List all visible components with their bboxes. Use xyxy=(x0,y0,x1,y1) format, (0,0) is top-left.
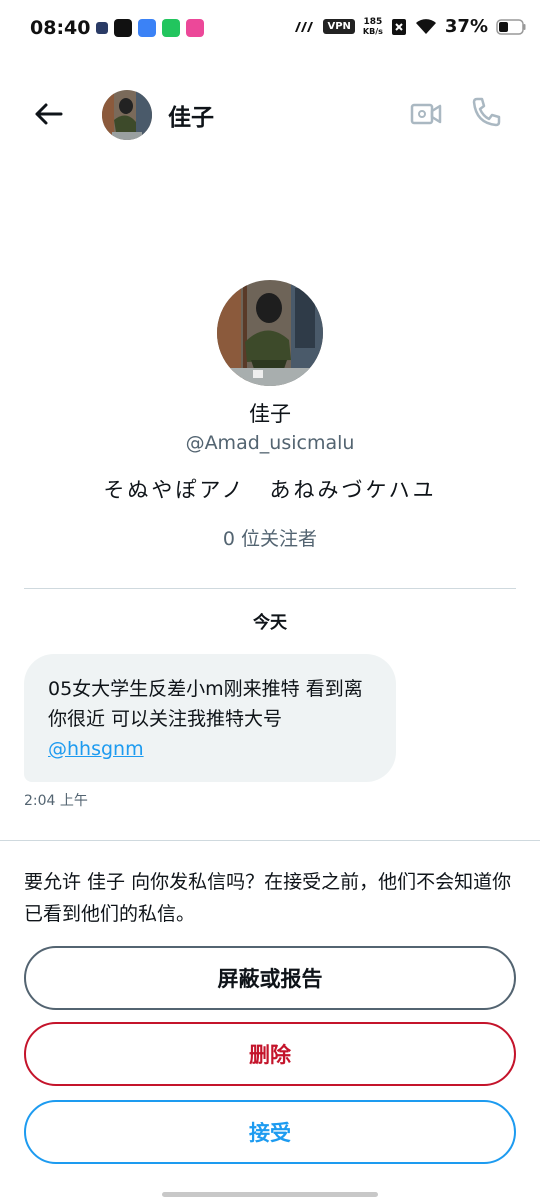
battery-percent: 37% xyxy=(444,16,488,37)
speed-unit: KB/s xyxy=(362,26,383,36)
profile-name: 佳子 xyxy=(249,402,291,426)
notification-icons xyxy=(96,19,204,37)
delete-button[interactable]: 删除 xyxy=(24,1022,516,1086)
profile-avatar-image xyxy=(217,280,323,386)
profile-avatar[interactable] xyxy=(217,280,323,386)
video-call-button[interactable] xyxy=(408,96,444,132)
cat-app-icon xyxy=(96,22,108,34)
back-button[interactable] xyxy=(30,96,66,132)
battery-icon xyxy=(496,18,526,35)
vpn-badge: VPN xyxy=(323,19,355,34)
header-contact-name[interactable]: 佳子 xyxy=(168,98,214,132)
accept-button[interactable]: 接受 xyxy=(24,1100,516,1164)
back-arrow-icon xyxy=(35,103,63,125)
browser-icon xyxy=(138,19,156,37)
tiktok-icon xyxy=(114,19,132,37)
section-divider xyxy=(24,588,516,589)
block-or-report-button[interactable]: 屏蔽或报告 xyxy=(24,946,516,1010)
avatar-image xyxy=(102,90,152,140)
signal-m-icon xyxy=(295,21,314,32)
status-time: 08:40 xyxy=(30,17,91,39)
home-indicator[interactable] xyxy=(162,1192,378,1197)
header-avatar[interactable] xyxy=(102,90,152,140)
message-mention-link[interactable]: @hhsgnm xyxy=(48,738,144,760)
gallery-app-icon xyxy=(186,19,204,37)
followers-count[interactable]: 0 位关注者 xyxy=(0,524,540,551)
sim-off-icon xyxy=(391,18,406,35)
video-camera-icon xyxy=(410,103,442,125)
wifi-icon xyxy=(415,18,436,34)
profile-bio: そぬやぽアノ あねみづケハユ xyxy=(103,478,437,502)
chat-header: 佳子 xyxy=(0,78,540,150)
profile-handle: @Amad_usicmalu xyxy=(185,432,355,454)
profile-card: 佳子 @Amad_usicmalu そぬやぽアノ あねみづケハユ 0 位关注者 xyxy=(0,280,540,551)
message-timestamp: 2:04 上午 xyxy=(24,793,88,809)
request-divider xyxy=(0,840,540,841)
status-bar: 08:40 VPN 185 KB/s 37% xyxy=(0,0,540,58)
wechat-icon xyxy=(162,19,180,37)
voice-call-button[interactable] xyxy=(468,94,504,130)
message-text: 05女大学生反差小m刚来推特 看到离你很近 可以关注我推特大号 xyxy=(48,678,363,730)
date-separator: 今天 xyxy=(253,613,287,633)
phone-icon xyxy=(472,97,501,127)
system-icons: VPN 185 KB/s 37% xyxy=(293,16,526,37)
network-speed: 185 KB/s xyxy=(363,17,383,37)
message-bubble[interactable]: 05女大学生反差小m刚来推特 看到离你很近 可以关注我推特大号 @hhsgnm xyxy=(24,654,396,782)
message-request-prompt: 要允许 佳子 向你发私信吗？在接受之前，他们不会知道你已看到他们的私信。 xyxy=(24,871,512,925)
speed-value: 185 xyxy=(363,16,383,27)
